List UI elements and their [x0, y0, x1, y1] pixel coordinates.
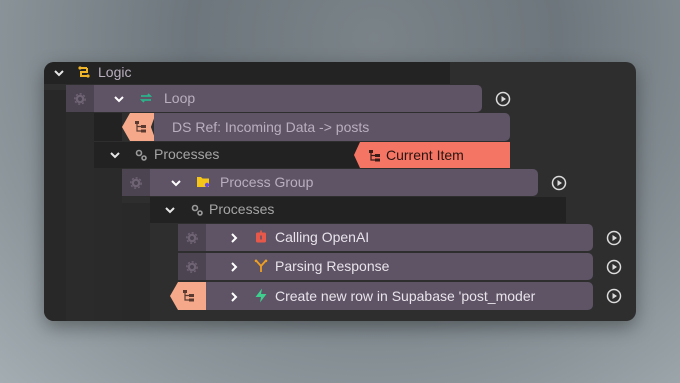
chevron-down-icon[interactable] — [51, 65, 67, 81]
processes-label: Processes — [154, 146, 220, 162]
loop-label: Loop — [164, 90, 196, 106]
list-item-create-row-supabase[interactable]: Create new row in Supabase 'post_moder — [206, 282, 593, 310]
chevron-down-icon[interactable] — [107, 147, 123, 163]
supabase-ref-tag[interactable] — [170, 282, 206, 310]
play-icon[interactable] — [551, 175, 567, 191]
folder-icon — [196, 175, 210, 193]
gear-icon[interactable] — [186, 260, 198, 273]
logic-tree-panel: Logic Loop DS Ref: Incoming Data -> post… — [44, 62, 636, 321]
process-group-row[interactable]: Process Group — [150, 169, 538, 196]
gear-icon[interactable] — [130, 176, 142, 189]
play-icon[interactable] — [495, 91, 511, 107]
processes-label: Processes — [209, 201, 275, 217]
loop-settings-cell[interactable] — [66, 85, 94, 112]
logic-label: Logic — [98, 64, 132, 80]
logic-icon — [77, 65, 91, 84]
chevron-right-icon[interactable] — [226, 289, 242, 305]
ds-ref-label: DS Ref: Incoming Data -> posts — [172, 119, 370, 135]
logic-row[interactable]: Logic — [44, 62, 450, 84]
openai-icon — [254, 230, 268, 249]
hierarchy-icon — [182, 289, 195, 307]
hierarchy-icon — [134, 120, 147, 138]
ds-ref-tag[interactable] — [122, 113, 156, 141]
indent-column-4 — [122, 203, 150, 321]
play-icon[interactable] — [606, 230, 622, 246]
gear-icon[interactable] — [186, 231, 198, 244]
indent-column-3 — [94, 147, 122, 321]
processes-icon — [134, 148, 148, 167]
play-icon[interactable] — [606, 259, 622, 275]
loop-row[interactable]: Loop — [94, 85, 482, 112]
chevron-down-icon[interactable] — [168, 175, 184, 191]
loop-icon — [139, 91, 153, 110]
processes-icon — [190, 203, 204, 222]
supabase-icon — [254, 288, 268, 308]
process-group-label: Process Group — [220, 174, 314, 190]
processes-row-2[interactable]: Processes — [150, 197, 566, 223]
parse-icon — [254, 259, 268, 278]
chevron-down-icon[interactable] — [162, 202, 178, 218]
chevron-right-icon[interactable] — [226, 230, 242, 246]
chevron-right-icon[interactable] — [226, 259, 242, 275]
list-item-parsing-response[interactable]: Parsing Response — [206, 253, 593, 280]
hierarchy-icon — [368, 149, 381, 167]
process-group-settings-cell[interactable] — [122, 169, 150, 196]
chevron-down-icon[interactable] — [111, 91, 127, 107]
indent-column-2 — [66, 90, 94, 321]
parse-settings-cell[interactable] — [178, 253, 206, 280]
list-item-calling-openai[interactable]: Calling OpenAI — [206, 224, 593, 251]
gear-icon[interactable] — [74, 92, 86, 105]
list-item-label: Parsing Response — [275, 258, 390, 274]
ds-ref-row[interactable]: DS Ref: Incoming Data -> posts — [154, 113, 510, 141]
indent-column-1 — [44, 90, 66, 321]
current-item-label: Current Item — [386, 147, 464, 163]
list-item-label: Create new row in Supabase 'post_moder — [275, 288, 536, 304]
current-item-tag[interactable]: Current Item — [354, 142, 510, 168]
list-item-label: Calling OpenAI — [275, 229, 370, 245]
openai-settings-cell[interactable] — [178, 224, 206, 251]
play-icon[interactable] — [606, 288, 622, 304]
ds-ref-indent — [94, 113, 122, 141]
